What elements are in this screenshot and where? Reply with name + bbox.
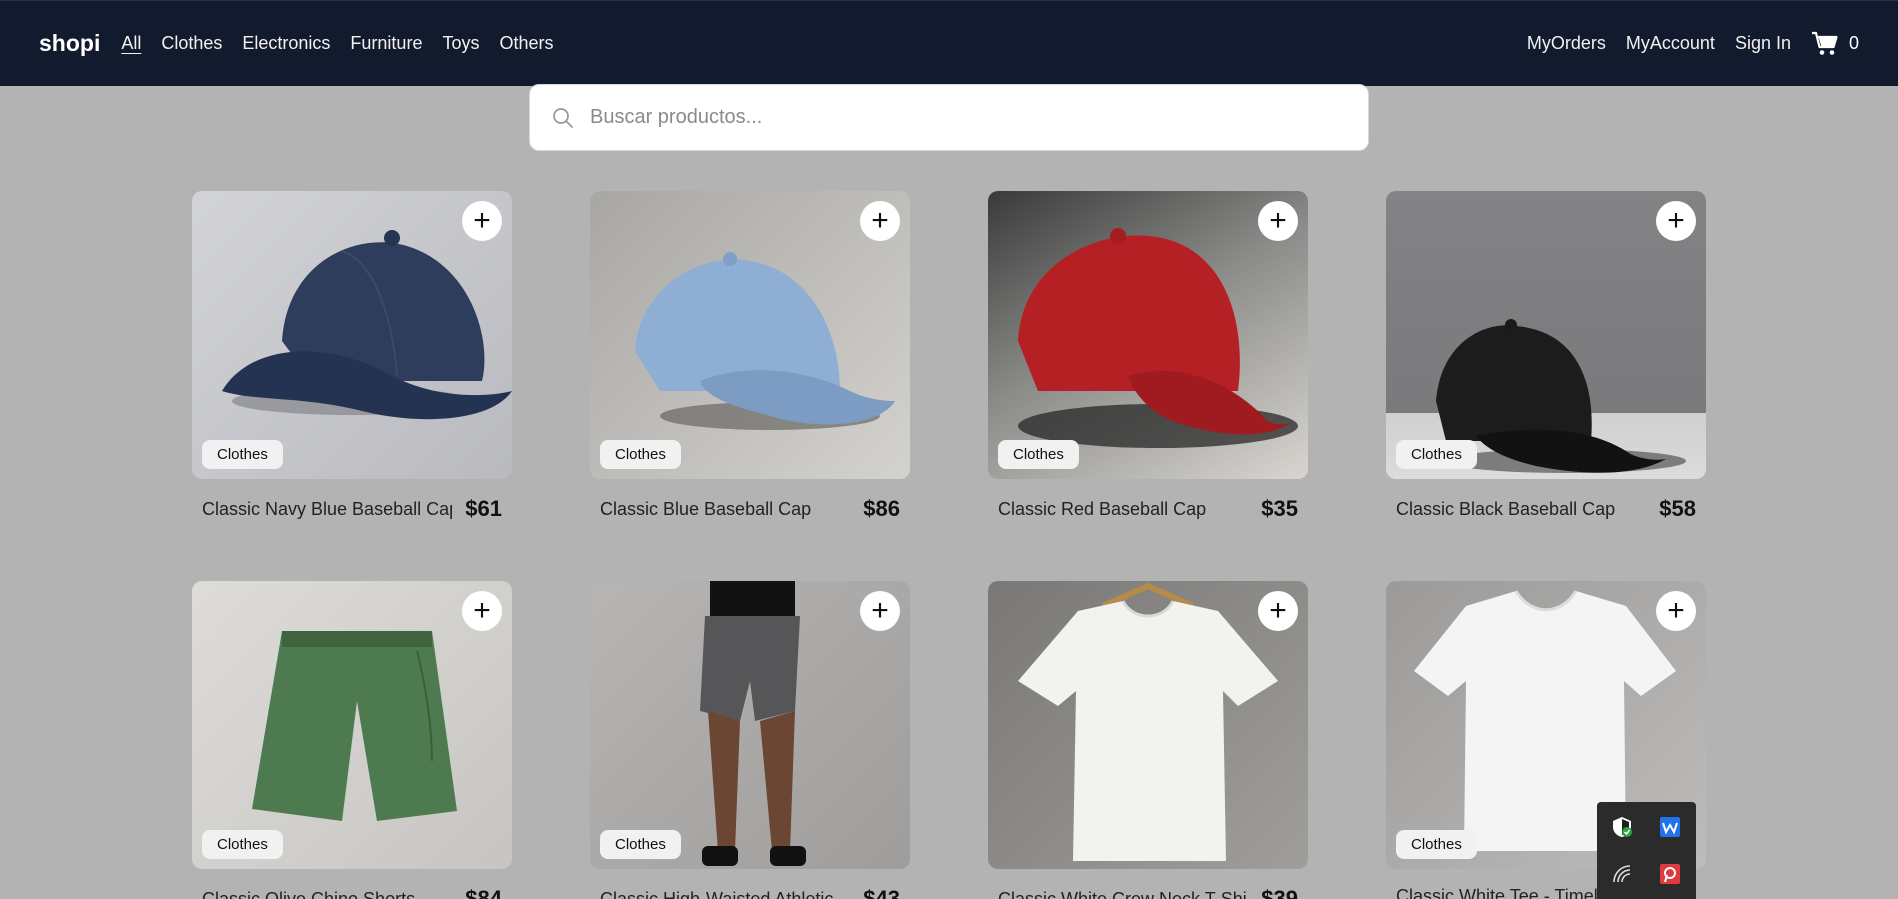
category-badge: Clothes <box>998 440 1079 469</box>
black-cap-image <box>1436 319 1686 473</box>
shield-icon[interactable] <box>1611 816 1633 838</box>
card-info: Classic Black Baseball Cap $58 <box>1386 496 1706 522</box>
product-card[interactable]: + Clothes Classic Red Baseball Cap $35 <box>988 191 1308 522</box>
product-title: Classic Red Baseball Cap <box>998 498 1207 519</box>
product-price: $39 <box>1261 886 1298 899</box>
add-to-cart-button[interactable]: + <box>1656 591 1696 631</box>
athletic-shorts-image <box>700 581 806 866</box>
card-info: Classic Olive Chino Shorts $84 <box>192 886 512 899</box>
product-image[interactable]: + Clothes <box>988 191 1308 479</box>
product-image[interactable]: + Clothes <box>192 581 512 869</box>
product-title: Classic Black Baseball Cap <box>1396 498 1616 519</box>
product-card[interactable]: + Clothes Classic High-Waisted Athletic … <box>590 581 910 899</box>
nav-link-all[interactable]: All <box>121 33 141 54</box>
add-to-cart-button[interactable]: + <box>462 201 502 241</box>
category-badge: Clothes <box>1396 440 1477 469</box>
search-bar <box>529 84 1369 151</box>
product-card[interactable]: + Classic White Crew Neck T-Shirt $39 <box>988 581 1308 899</box>
category-badge: Clothes <box>600 440 681 469</box>
product-image[interactable]: + Clothes <box>590 581 910 869</box>
product-price: $58 <box>1659 496 1696 521</box>
add-to-cart-button[interactable]: + <box>860 591 900 631</box>
navy-cap-image <box>222 230 512 420</box>
nav-link-my-orders[interactable]: MyOrders <box>1527 33 1606 54</box>
add-to-cart-button[interactable]: + <box>1656 201 1696 241</box>
nav-right: MyOrders MyAccount Sign In 0 <box>1507 31 1859 57</box>
wifi-icon[interactable] <box>1611 863 1633 885</box>
search-input[interactable] <box>590 106 1350 129</box>
cart-count: 0 <box>1848 33 1859 53</box>
product-price: $86 <box>863 496 900 521</box>
category-badge: Clothes <box>600 830 681 859</box>
app-w-icon[interactable] <box>1659 816 1681 838</box>
card-info: Classic Navy Blue Baseball Cap $61 <box>192 496 512 522</box>
product-image[interactable]: + Clothes <box>192 191 512 479</box>
nav-link-toys[interactable]: Toys <box>442 33 479 54</box>
product-price: $61 <box>465 496 502 521</box>
nav-left: shopi All Clothes Electronics Furniture … <box>39 30 574 57</box>
add-to-cart-button[interactable]: + <box>1258 591 1298 631</box>
cart-button[interactable]: 0 <box>1811 31 1859 57</box>
red-cap-image <box>1018 228 1298 448</box>
product-title: Classic Navy Blue Baseball Cap <box>202 498 452 519</box>
nav-link-furniture[interactable]: Furniture <box>350 33 422 54</box>
product-title: Classic Olive Chino Shorts <box>202 888 416 899</box>
white-tshirt-hanger-image <box>1018 582 1278 861</box>
shopping-cart-icon <box>1811 31 1838 55</box>
product-title: Classic White Crew Neck T-Shirt <box>998 888 1248 899</box>
product-card[interactable]: + Clothes Classic Olive Chino Shorts $84 <box>192 581 512 899</box>
nav-link-electronics[interactable]: Electronics <box>242 33 330 54</box>
add-to-cart-button[interactable]: + <box>1258 201 1298 241</box>
product-title: Classic Blue Baseball Cap <box>600 498 812 519</box>
system-tray-overflow <box>1597 802 1696 899</box>
olive-shorts-image <box>252 631 457 821</box>
product-image[interactable]: + Clothes <box>1386 191 1706 479</box>
product-price: $84 <box>465 886 502 899</box>
product-title: Classic High-Waisted Athletic <box>600 888 834 899</box>
card-info: Classic Red Baseball Cap $35 <box>988 496 1308 522</box>
app-p-icon[interactable] <box>1659 863 1681 885</box>
card-info: Classic White Crew Neck T-Shirt $39 <box>988 886 1308 899</box>
product-price: $35 <box>1261 496 1298 521</box>
brand-logo[interactable]: shopi <box>39 30 100 57</box>
nav-link-sign-in[interactable]: Sign In <box>1735 33 1791 54</box>
add-to-cart-button[interactable]: + <box>860 201 900 241</box>
category-badge: Clothes <box>1396 830 1477 859</box>
navbar: shopi All Clothes Electronics Furniture … <box>0 0 1898 86</box>
product-card[interactable]: + Clothes Classic Blue Baseball Cap $86 <box>590 191 910 522</box>
product-image[interactable]: + <box>988 581 1308 869</box>
nav-link-clothes[interactable]: Clothes <box>161 33 222 54</box>
add-to-cart-button[interactable]: + <box>462 591 502 631</box>
product-card[interactable]: + Clothes Classic Navy Blue Baseball Cap… <box>192 191 512 522</box>
card-info: Classic High-Waisted Athletic $43 <box>590 886 910 899</box>
product-price: $43 <box>863 886 900 899</box>
product-title: Classic White Tee - Timele <box>1396 886 1608 899</box>
nav-link-others[interactable]: Others <box>499 33 553 54</box>
product-image[interactable]: + Clothes <box>590 191 910 479</box>
category-badge: Clothes <box>202 440 283 469</box>
blue-cap-image <box>635 252 895 430</box>
card-info: Classic Blue Baseball Cap $86 <box>590 496 910 522</box>
product-card[interactable]: + Clothes Classic Black Baseball Cap $58 <box>1386 191 1706 522</box>
category-badge: Clothes <box>202 830 283 859</box>
search-icon <box>553 107 573 128</box>
nav-link-my-account[interactable]: MyAccount <box>1626 33 1715 54</box>
